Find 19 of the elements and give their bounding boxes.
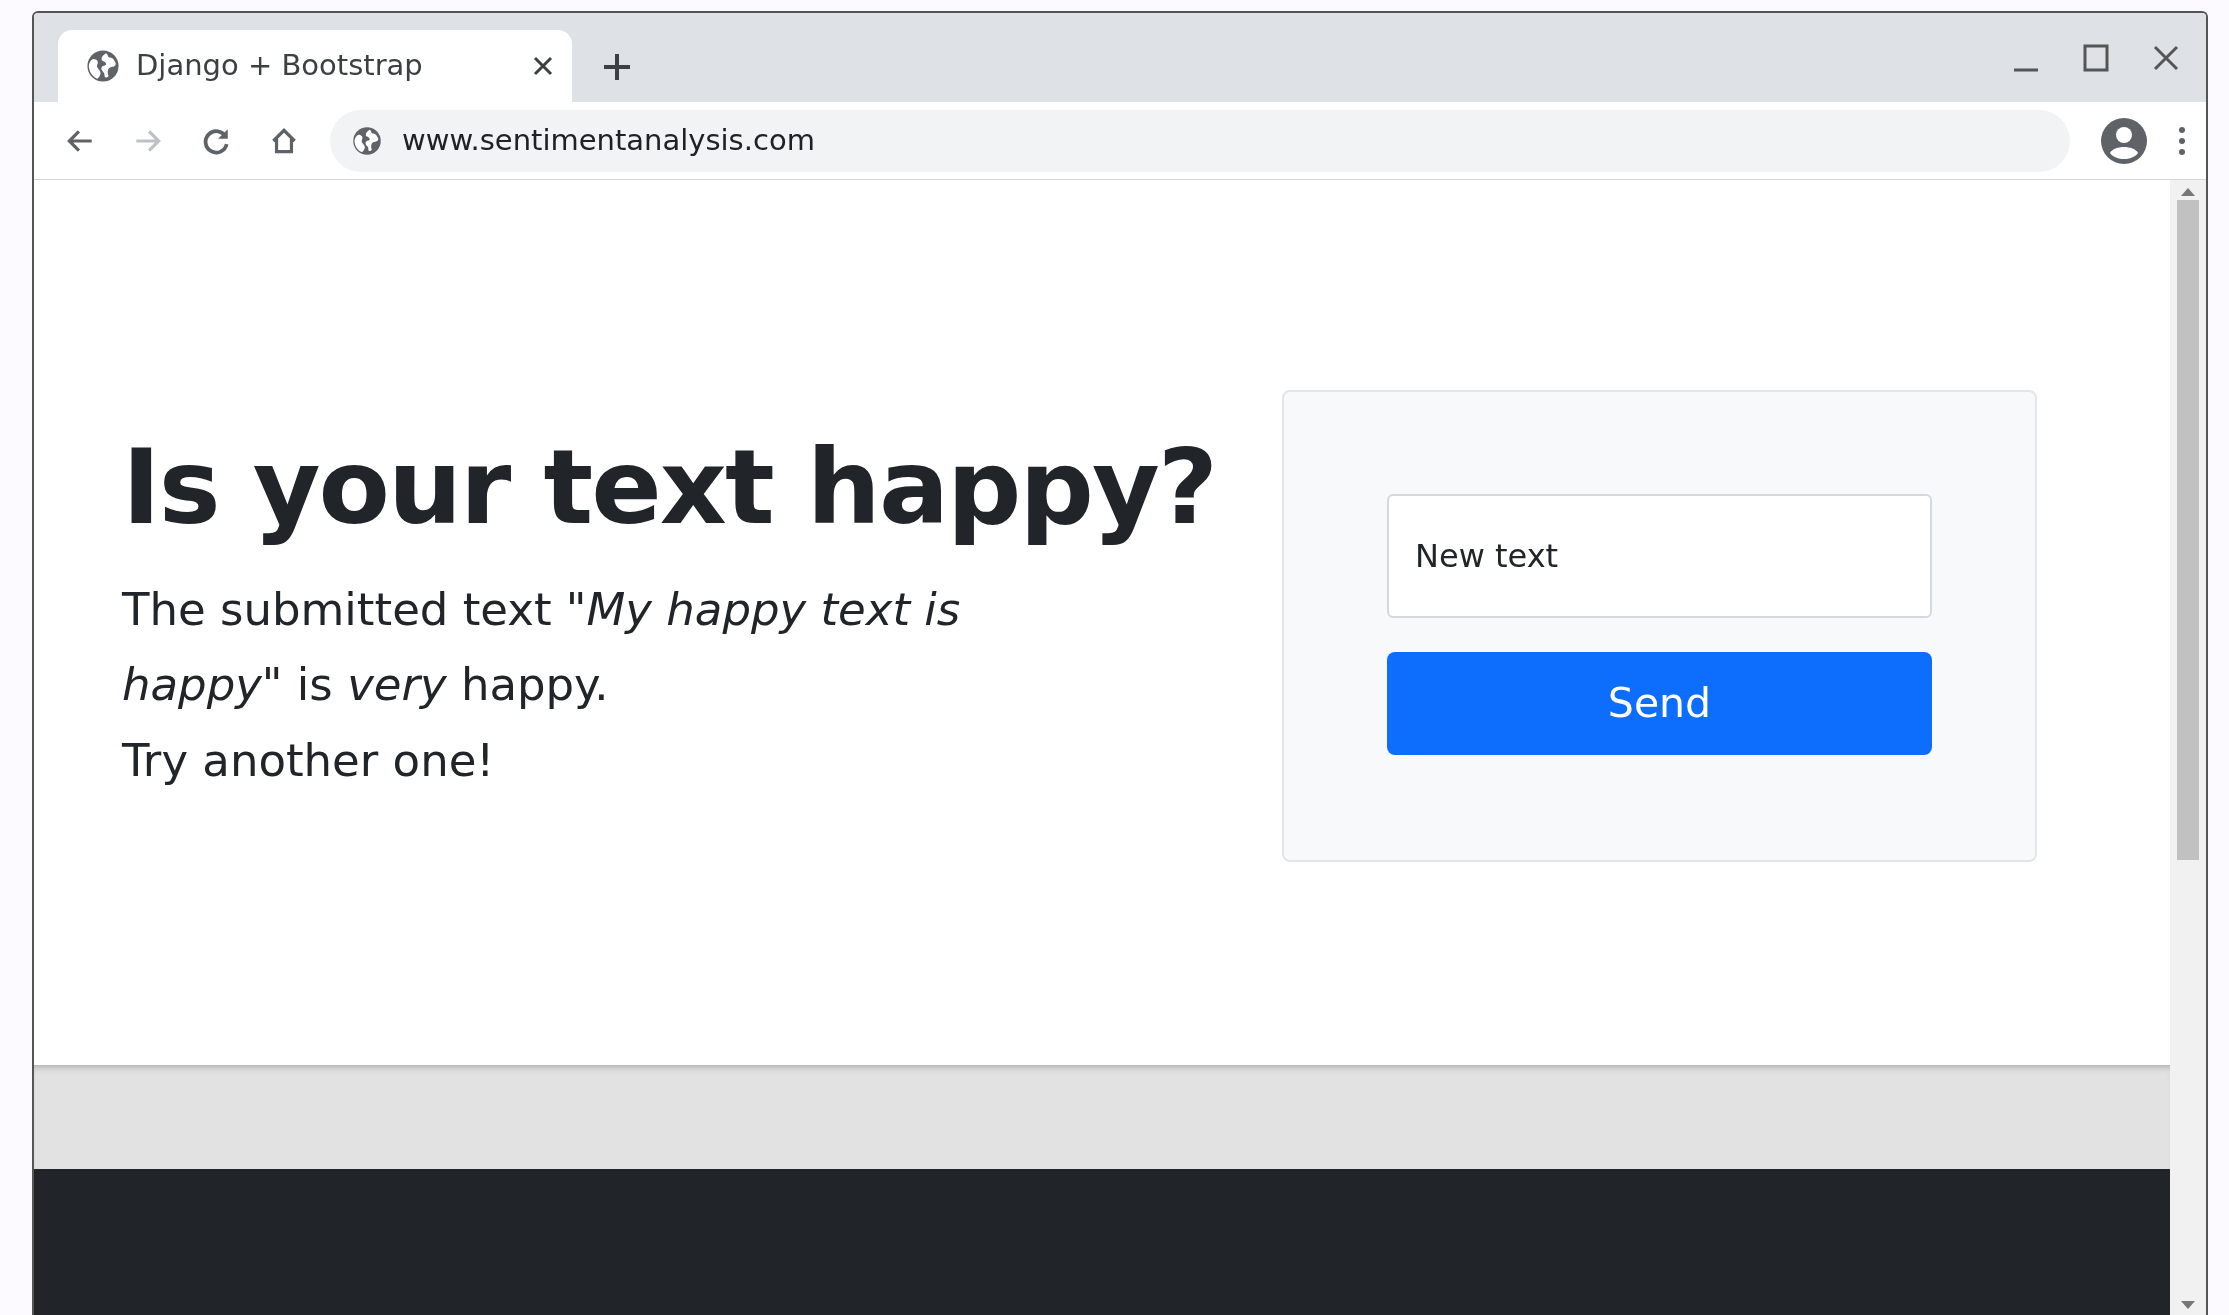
scrollbar[interactable] (2170, 180, 2206, 1315)
avatar-icon[interactable] (2100, 116, 2148, 165)
scroll-up-icon[interactable] (2181, 188, 2195, 196)
scroll-down-icon[interactable] (2181, 1301, 2195, 1309)
browser-tab[interactable]: Django + Bootstrap (58, 30, 572, 102)
text-input-field[interactable]: New text (1387, 494, 1932, 618)
globe-icon (352, 125, 382, 156)
scrollbar-thumb[interactable] (2177, 200, 2199, 860)
globe-icon (86, 49, 120, 83)
new-tab-icon[interactable] (602, 52, 632, 82)
menu-icon[interactable] (2178, 125, 2186, 156)
prompt-text: Try another one! (122, 733, 496, 789)
maximize-icon[interactable] (2082, 42, 2110, 73)
address-bar[interactable]: www.sentimentanalysis.com (330, 109, 2070, 172)
send-button[interactable]: Send (1387, 652, 1932, 755)
tab-title: Django + Bootstrap (136, 47, 424, 85)
close-icon[interactable] (532, 55, 554, 77)
result-text: The submitted text "My happy text is happy" is very happy. (122, 581, 962, 714)
page-heading: Is your text happy? (122, 425, 1218, 550)
